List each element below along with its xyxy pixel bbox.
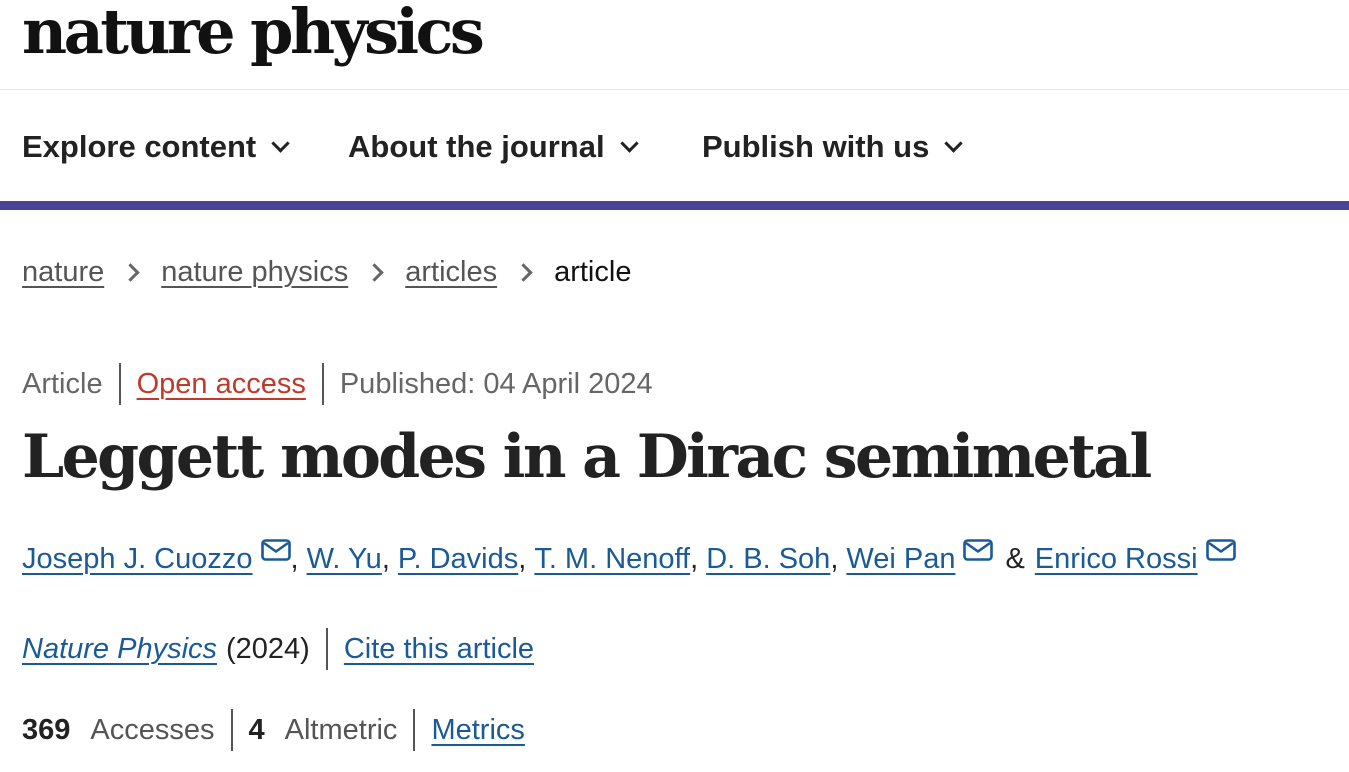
altmetric-count: 4	[248, 713, 265, 746]
nav-publish-with-us[interactable]: Publish with us	[702, 127, 964, 167]
chevron-down-icon	[944, 133, 964, 153]
author-separator: ,	[690, 542, 699, 575]
divider	[230, 709, 233, 751]
chevron-down-icon	[271, 133, 290, 153]
article-meta: Article Open access Published: 04 April …	[22, 362, 653, 406]
cite-this-article-link[interactable]: Cite this article	[344, 633, 534, 666]
open-access-link[interactable]: Open access	[137, 368, 306, 401]
author-link[interactable]: P. Davids	[398, 543, 518, 576]
chevron-right-icon	[514, 262, 533, 282]
author-separator: ,	[381, 542, 390, 575]
author-link[interactable]: Wei Pan	[846, 543, 955, 576]
author-joiner: &	[1005, 542, 1025, 575]
nav-publish-with-us-label: Publish with us	[702, 129, 930, 164]
nav-about-the-journal-label: About the journal	[348, 129, 605, 164]
journal-logo[interactable]: nature physics	[22, 0, 485, 70]
author-separator: ,	[290, 542, 299, 575]
author-link[interactable]: W. Yu	[307, 543, 382, 576]
metrics-link[interactable]: Metrics	[431, 714, 524, 747]
citation-row: Nature Physics (2024) Cite this article	[22, 626, 534, 672]
author-separator: ,	[518, 542, 527, 575]
chevron-right-icon	[121, 262, 140, 282]
article-title: Leggett modes in a Dirac semimetal	[22, 422, 1152, 492]
breadcrumb-articles[interactable]: articles	[405, 256, 497, 289]
divider	[321, 363, 324, 405]
author-list: Joseph J. Cuozzo , W. Yu , P. Davids , T…	[22, 534, 1236, 584]
envelope-icon[interactable]	[260, 539, 291, 561]
chevron-right-icon	[365, 262, 384, 282]
chevron-down-icon	[619, 133, 639, 153]
breadcrumb-current: article	[554, 255, 632, 288]
nav-about-the-journal[interactable]: About the journal	[348, 127, 639, 167]
accesses-label: Accesses	[90, 713, 215, 746]
published-date: Published: 04 April 2024	[339, 367, 653, 400]
breadcrumb: nature nature physics articles article	[22, 250, 631, 294]
breadcrumb-nature-physics[interactable]: nature physics	[161, 256, 348, 289]
altmetric-label: Altmetric	[284, 713, 398, 746]
author-link[interactable]: Enrico Rossi	[1035, 543, 1198, 576]
nav-accent-rule	[0, 201, 1349, 210]
author-separator: ,	[830, 542, 839, 575]
breadcrumb-nature[interactable]: nature	[22, 256, 104, 289]
main-nav: Explore content About the journal Publis…	[0, 91, 1349, 201]
envelope-icon[interactable]	[963, 539, 994, 561]
journal-link[interactable]: Nature Physics	[22, 633, 217, 666]
author-link[interactable]: D. B. Soh	[706, 543, 830, 576]
metrics-row: 369 Accesses 4 Altmetric Metrics	[22, 707, 525, 753]
accesses-count: 369	[22, 713, 71, 746]
divider	[118, 363, 121, 405]
article-type: Article	[22, 367, 103, 400]
publication-year: (2024)	[226, 632, 310, 665]
envelope-icon[interactable]	[1205, 539, 1236, 561]
site-header: nature physics	[0, 0, 1349, 90]
divider	[413, 709, 416, 751]
author-link[interactable]: Joseph J. Cuozzo	[22, 543, 253, 576]
divider	[325, 628, 328, 670]
author-link[interactable]: T. M. Nenoff	[534, 543, 690, 576]
nav-explore-content-label: Explore content	[22, 129, 257, 164]
nav-explore-content[interactable]: Explore content	[22, 127, 290, 167]
